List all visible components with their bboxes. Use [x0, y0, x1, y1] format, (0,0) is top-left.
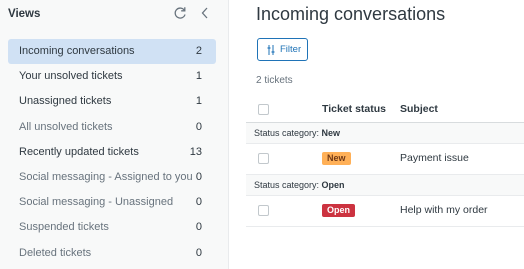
group-header-text: Status category: New: [254, 128, 340, 138]
sidebar-item[interactable]: Recently updated tickets 13: [8, 140, 216, 165]
sidebar-item-label: Social messaging - Unassigned: [19, 196, 174, 209]
ticket-subject[interactable]: Payment issue: [400, 152, 469, 164]
page-title: Incoming conversations: [256, 4, 446, 24]
sidebar-item-label: Suspended tickets: [19, 221, 109, 234]
table-body: Status category: New New Payment issue Stat…: [246, 123, 524, 227]
sidebar-item-count: 0: [195, 170, 202, 183]
group-prefix: Status category:: [254, 180, 322, 190]
sidebar-item-count: 0: [195, 246, 202, 259]
group-header-text: Status category: Open: [254, 180, 345, 190]
sidebar-item[interactable]: Social messaging - Assigned to you 0: [8, 165, 216, 190]
sidebar-item-count: 2: [195, 45, 202, 57]
sidebar-item-label: Your unsolved tickets: [19, 70, 123, 83]
sidebar-item-label: Incoming conversations: [19, 45, 135, 57]
select-all-checkbox[interactable]: [258, 104, 269, 115]
sidebar-item-count: 1: [195, 70, 202, 83]
sidebar-item[interactable]: Social messaging - Unassigned 0: [8, 190, 216, 215]
sidebar-item-count: 1: [195, 95, 202, 108]
sidebar-item[interactable]: Incoming conversations 2: [8, 39, 216, 65]
sidebar-item-count: 13: [189, 145, 202, 158]
sidebar-item[interactable]: Unassigned tickets 1: [8, 89, 216, 114]
sidebar-title: Views: [8, 8, 41, 20]
sidebar-item-label: All unsolved tickets: [19, 120, 113, 133]
table-row[interactable]: New Payment issue: [246, 144, 524, 175]
column-header-subject[interactable]: Subject: [400, 103, 438, 115]
status-badge: New: [322, 152, 351, 165]
sidebar-item[interactable]: Your unsolved tickets 1: [8, 64, 216, 89]
sidebar-item-label: Recently updated tickets: [19, 145, 139, 158]
row-checkbox[interactable]: [258, 205, 269, 216]
group-name: Open: [321, 180, 345, 190]
ticket-count: 2 tickets: [256, 75, 293, 86]
sidebar-item[interactable]: All unsolved tickets 0: [8, 115, 216, 140]
ticket-subject[interactable]: Help with my order: [400, 204, 488, 216]
table-row[interactable]: Open Help with my order: [246, 196, 524, 227]
sidebar-item-label: Unassigned tickets: [19, 95, 112, 108]
sidebar-header: Views: [0, 0, 229, 30]
main-panel: Incoming conversations Filter 2 tickets …: [229, 0, 524, 269]
filter-label: Filter: [280, 44, 302, 55]
sidebar-item[interactable]: Suspended tickets 0: [8, 215, 216, 240]
table-header: Ticket status Subject: [246, 96, 524, 123]
views-list: Incoming conversations 2 Your unsolved tic…: [8, 39, 216, 266]
sidebar-item-count: 0: [195, 221, 202, 234]
group-header: Status category: Open: [246, 175, 524, 196]
group-name: New: [321, 128, 341, 138]
row-checkbox[interactable]: [258, 153, 269, 164]
status-badge: Open: [322, 204, 356, 217]
tickets-table: Ticket status Subject Status category: N…: [246, 96, 524, 227]
sidebar-item-label: Social messaging - Assigned to you: [19, 170, 193, 183]
chevron-left-icon[interactable]: [198, 5, 212, 21]
refresh-icon[interactable]: [172, 5, 188, 21]
filter-button[interactable]: Filter: [257, 38, 308, 61]
views-sidebar: Views Incoming conversations 2 Your unsolv…: [0, 0, 229, 269]
sidebar-item-count: 0: [195, 196, 202, 209]
group-prefix: Status category:: [254, 128, 322, 138]
filter-icon: [267, 45, 275, 55]
sidebar-item[interactable]: Deleted tickets 0: [8, 241, 216, 266]
sidebar-item-count: 0: [195, 120, 202, 133]
column-header-status[interactable]: Ticket status: [322, 103, 386, 115]
sidebar-item-label: Deleted tickets: [19, 246, 92, 259]
group-header: Status category: New: [246, 123, 524, 144]
